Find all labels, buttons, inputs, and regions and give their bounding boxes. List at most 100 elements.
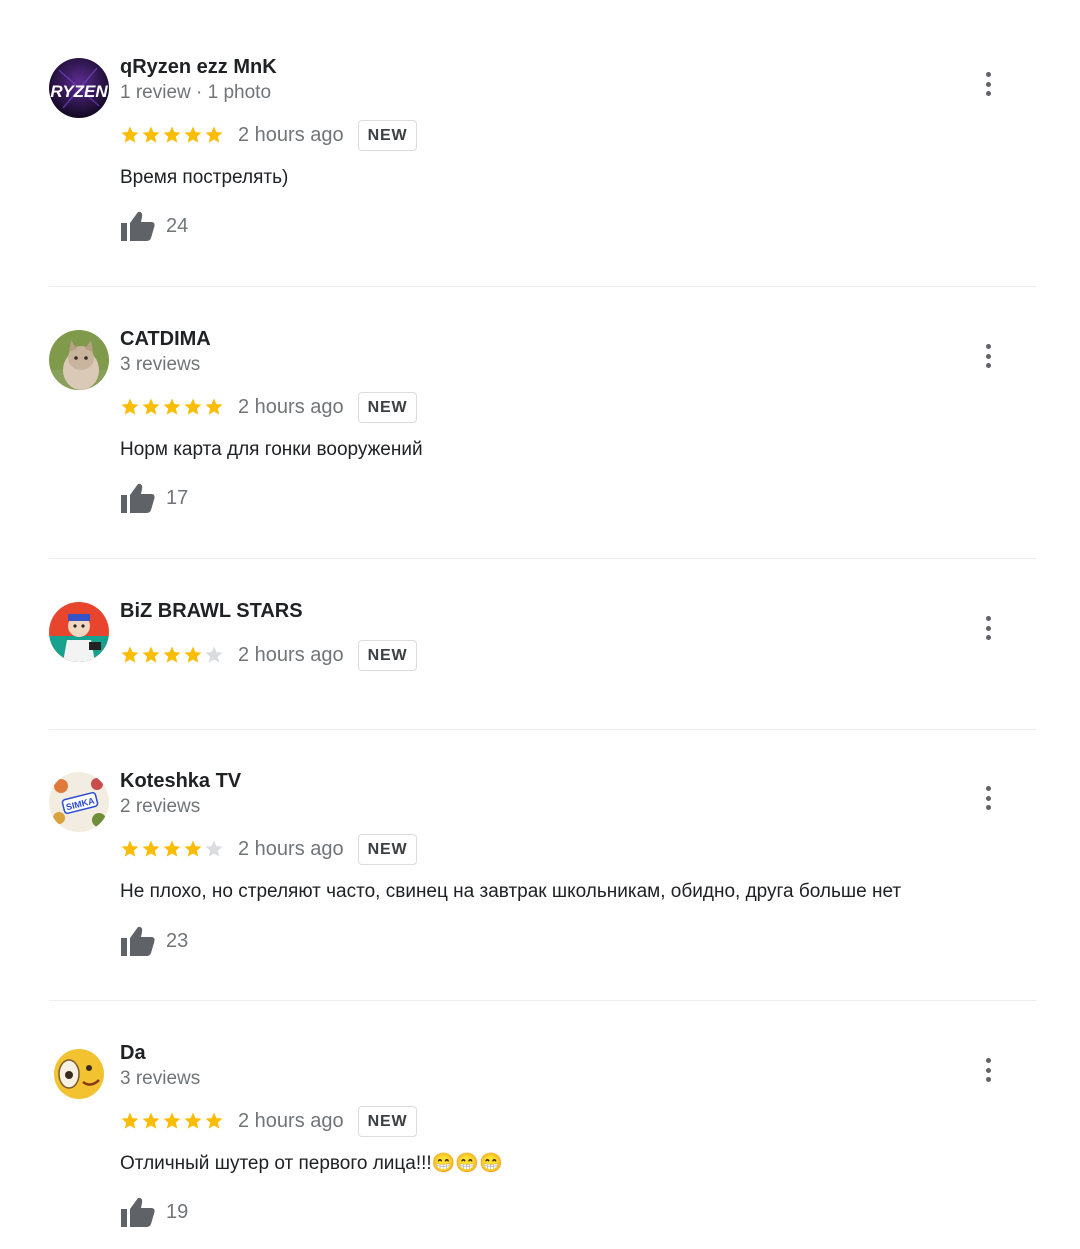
star-filled-icon [205, 398, 223, 415]
review-text: Норм карта для гонки вооружений [120, 439, 423, 460]
dot-icon [985, 72, 991, 77]
dot-icon [985, 363, 991, 368]
star-empty-icon [205, 840, 223, 857]
more-options-button[interactable] [976, 342, 1000, 370]
star-filled-icon [184, 398, 202, 415]
new-badge: NEW [357, 119, 418, 151]
avatar[interactable]: RYZEN [49, 58, 109, 118]
divider [49, 729, 1036, 730]
rating-row: 2 hours ago NEW [120, 1105, 418, 1137]
review-time: 2 hours ago [238, 1109, 344, 1132]
star-filled-icon [142, 840, 160, 857]
star-filled-icon [184, 840, 202, 857]
like-count: 19 [166, 1200, 189, 1223]
star-rating [120, 125, 224, 145]
more-options-button[interactable] [976, 614, 1000, 642]
review-text: Время пострелять) [120, 167, 289, 188]
rating-row: 2 hours ago NEW [120, 119, 418, 151]
star-filled-icon [184, 1112, 202, 1129]
more-options-button[interactable] [976, 70, 1000, 98]
star-rating [120, 645, 224, 665]
dot-icon [985, 344, 991, 349]
divider [49, 1000, 1036, 1001]
author-name[interactable]: qRyzen ezz MnK [120, 56, 277, 79]
review-time: 2 hours ago [238, 395, 344, 418]
author-meta: 2 reviews [120, 796, 201, 817]
more-options-button[interactable] [976, 784, 1000, 812]
star-filled-icon [121, 646, 139, 663]
like-button[interactable]: 17 [120, 482, 188, 514]
review-text: Не плохо, но стреляют часто, свинец на з… [120, 881, 902, 902]
star-filled-icon [184, 126, 202, 143]
author-meta: 3 reviews [120, 1068, 201, 1089]
star-filled-icon [121, 1112, 139, 1129]
star-filled-icon [142, 646, 160, 663]
like-button[interactable]: 23 [120, 925, 188, 957]
dot-icon [985, 81, 991, 87]
divider [49, 558, 1036, 559]
dot-icon [985, 786, 991, 791]
brawler-character-avatar [49, 602, 109, 662]
divider [49, 286, 1036, 287]
review-time: 2 hours ago [238, 837, 344, 860]
star-filled-icon [163, 398, 181, 415]
star-filled-icon [142, 398, 160, 415]
star-filled-icon [142, 126, 160, 143]
like-button[interactable]: 19 [120, 1196, 188, 1228]
dot-icon [985, 635, 991, 640]
rating-row: 2 hours ago NEW [120, 833, 418, 865]
avatar[interactable] [49, 602, 109, 662]
author-meta: 1 review · 1 photo [120, 82, 272, 103]
star-filled-icon [121, 126, 139, 143]
like-button[interactable]: 24 [120, 210, 188, 242]
cat-photo-avatar [49, 330, 109, 390]
dot-icon [985, 1058, 991, 1063]
dot-icon [985, 795, 991, 801]
like-count: 17 [166, 486, 189, 509]
star-filled-icon [121, 398, 139, 415]
author-meta: 3 reviews [120, 354, 201, 375]
star-filled-icon [205, 126, 223, 143]
dot-icon [985, 1077, 991, 1082]
thumbs-up-icon [121, 483, 155, 513]
star-rating [120, 1111, 224, 1131]
dot-icon [985, 353, 991, 359]
author-name[interactable]: CATDIMA [120, 328, 211, 351]
review-time: 2 hours ago [238, 643, 344, 666]
dot-icon [985, 91, 991, 96]
sticker-collage-avatar: SIMKA [49, 772, 109, 832]
dot-icon [985, 805, 991, 810]
star-filled-icon [142, 1112, 160, 1129]
avatar[interactable] [49, 330, 109, 390]
star-filled-icon [163, 1112, 181, 1129]
review-text: Отличный шутер от первого лица!!!😁😁😁 [120, 1153, 503, 1174]
author-name[interactable]: Da [120, 1042, 146, 1065]
dot-icon [985, 616, 991, 621]
avatar-logo-text: RYZEN [50, 82, 108, 101]
star-rating [120, 839, 224, 859]
thumbs-up-icon [121, 211, 155, 241]
like-count: 23 [166, 929, 189, 952]
avatar[interactable]: SIMKA [49, 772, 109, 832]
new-badge: NEW [357, 639, 418, 671]
new-badge: NEW [357, 1105, 418, 1137]
star-filled-icon [121, 840, 139, 857]
dot-icon [985, 625, 991, 631]
thumbs-up-icon [121, 1197, 155, 1227]
star-filled-icon [205, 1112, 223, 1129]
thumbs-up-icon [121, 926, 155, 956]
like-count: 24 [166, 214, 189, 237]
review-time: 2 hours ago [238, 123, 344, 146]
author-name[interactable]: BiZ BRAWL STARS [120, 600, 303, 623]
rating-row: 2 hours ago NEW [120, 639, 418, 671]
star-rating [120, 397, 224, 417]
star-filled-icon [163, 126, 181, 143]
star-filled-icon [163, 840, 181, 857]
star-filled-icon [163, 646, 181, 663]
ryzen-logo-avatar: RYZEN [49, 58, 109, 118]
avatar[interactable] [49, 1044, 109, 1104]
more-options-button[interactable] [976, 1056, 1000, 1084]
new-badge: NEW [357, 833, 418, 865]
author-name[interactable]: Koteshka TV [120, 770, 241, 793]
cartoon-face-avatar [49, 1044, 109, 1104]
